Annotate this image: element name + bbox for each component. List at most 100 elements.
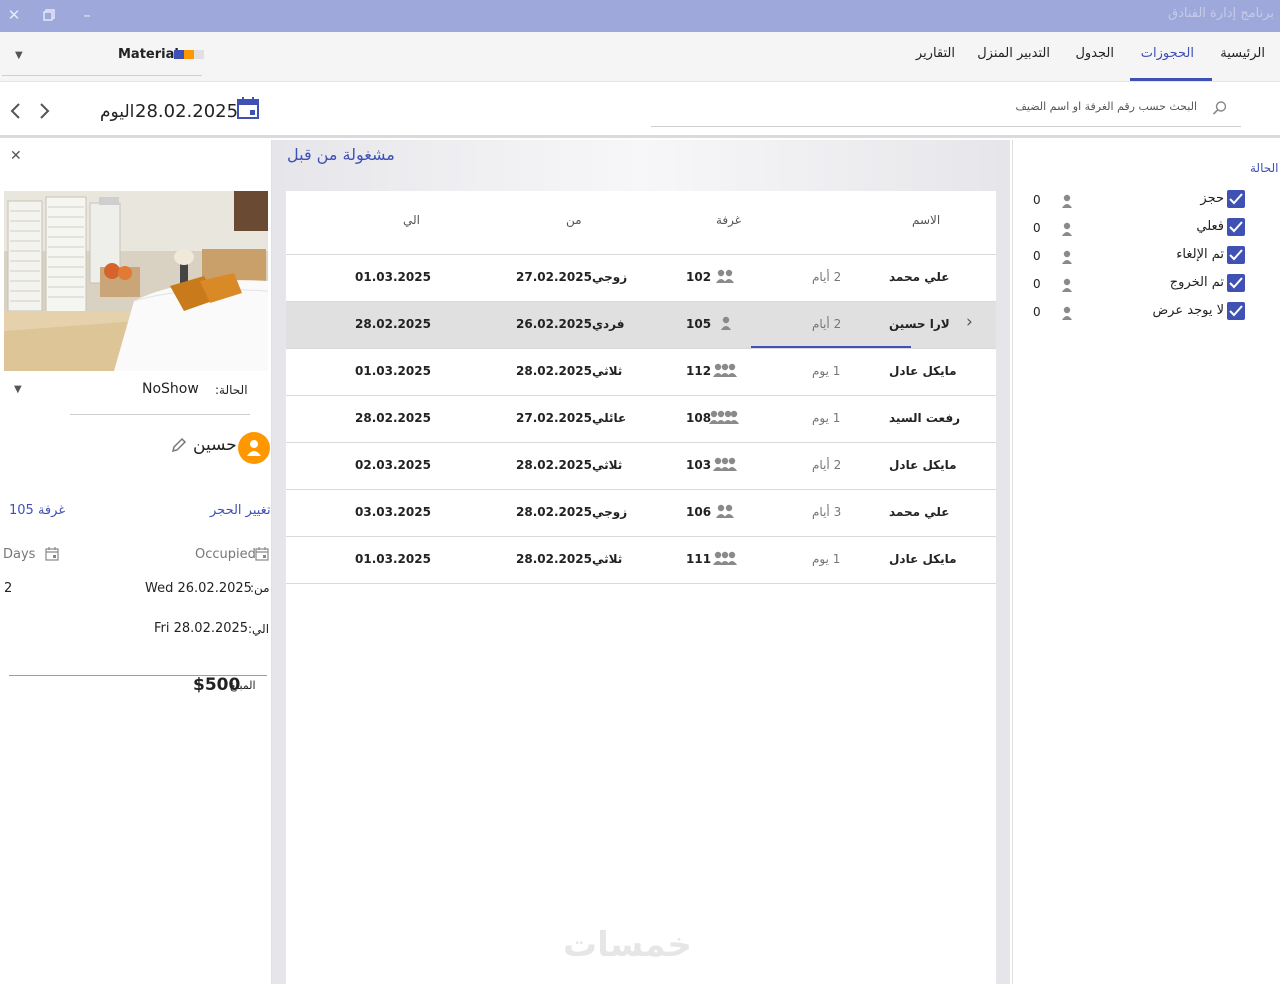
room-type-cell: ثلاثي [592, 552, 623, 566]
nights-cell: 1 يوم [812, 364, 841, 378]
from-date-cell: 28.02.2025 [516, 552, 592, 566]
current-date[interactable]: 28.02.2025 [135, 101, 238, 122]
room-cell: 105 [686, 317, 712, 331]
menu-housekeeping[interactable]: التدبير المنزل [977, 46, 1050, 61]
person-icon [1060, 221, 1074, 240]
filter-label[interactable]: لا يوجد عرض [1152, 303, 1224, 318]
occupied-label: Occupied [195, 547, 256, 562]
room-cell: 108 [686, 411, 712, 425]
guests-icon [715, 269, 735, 286]
title-bar: ✕ – برنامج إدارة الفنادق [0, 0, 1280, 32]
guests-icon [713, 551, 737, 568]
change-booking-link[interactable]: تغيير الحجر [210, 503, 271, 518]
status-value[interactable]: NoShow [142, 381, 199, 397]
table-row[interactable]: رفعت السيد 1 يوم 108 عائلي 27.02.2025 28.02.2… [286, 396, 996, 443]
edit-icon[interactable] [171, 437, 187, 453]
theme-label: Material [118, 47, 179, 62]
guests-icon [713, 363, 737, 380]
active-menu-indicator [1130, 78, 1212, 81]
search-input[interactable]: البحث حسب رقم الغرفة او اسم الضيف [1016, 100, 1197, 113]
minimize-window-icon[interactable]: – [76, 4, 98, 26]
close-icon[interactable]: ✕ [10, 148, 22, 164]
person-icon [1060, 193, 1074, 212]
menu-reports[interactable]: التقارير [916, 46, 955, 61]
selected-row-indicator [751, 346, 911, 348]
chevron-right-icon[interactable] [36, 102, 52, 120]
search-icon [1212, 101, 1227, 115]
room-type-cell: زوجي [592, 505, 628, 519]
today-label: اليوم [100, 102, 135, 122]
watermark: خمسات [563, 925, 692, 965]
filter-checkbox[interactable] [1227, 246, 1245, 264]
filter-count: 0 [1033, 277, 1041, 291]
calendar-icon [45, 547, 59, 561]
filter-checkbox[interactable] [1227, 190, 1245, 208]
table-row[interactable]: مايكل عادل 1 يوم 112 ثلاثي 28.02.2025 01.03.2… [286, 349, 996, 396]
filter-label[interactable]: تم الإلغاء [1176, 247, 1224, 262]
menu-home[interactable]: الرئيسية [1220, 46, 1265, 61]
filter-checkbox[interactable] [1227, 274, 1245, 292]
col-room[interactable]: غرفة [716, 213, 741, 227]
chevron-down-icon: ▼ [15, 50, 23, 61]
to-date-cell: 01.03.2025 [355, 270, 431, 284]
room-link[interactable]: غرفة 105 [9, 503, 65, 518]
restore-window-icon[interactable] [38, 4, 60, 26]
filter-label[interactable]: تم الخروج [1170, 275, 1224, 290]
menu-bookings[interactable]: الحجوزات [1141, 46, 1194, 61]
person-icon [1060, 305, 1074, 324]
theme-swatch-primary [174, 50, 184, 59]
nights-cell: 3 أيام [812, 505, 842, 519]
col-to[interactable]: الي [403, 213, 420, 227]
to-date-cell: 02.03.2025 [355, 458, 431, 472]
col-name[interactable]: الاسم [912, 213, 940, 227]
from-date-cell: 28.02.2025 [516, 458, 592, 472]
menu-schedule[interactable]: الجدول [1075, 46, 1114, 61]
filter-title: الحالة [1250, 161, 1279, 175]
filter-label[interactable]: حجز [1200, 191, 1224, 206]
calendar-icon [255, 547, 269, 561]
close-window-icon[interactable]: ✕ [3, 4, 25, 26]
from-date-cell: 26.02.2025 [516, 317, 592, 331]
table-row[interactable]: › لارا حسين 2 أيام 105 فردي 26.02.2025 28.02.2… [286, 302, 996, 349]
divider [70, 414, 250, 415]
room-type-cell: فردي [592, 317, 625, 331]
room-cell: 112 [686, 364, 712, 378]
chevron-right-icon: › [966, 312, 973, 332]
table-row[interactable]: مايكل عادل 1 يوم 111 ثلاثي 28.02.2025 01.03.2… [286, 537, 996, 584]
room-type-cell: عائلي [592, 411, 627, 425]
theme-swatch-neutral [194, 50, 204, 59]
person-icon [1060, 249, 1074, 268]
guests-icon [719, 316, 733, 333]
room-cell: 103 [686, 458, 712, 472]
chevron-left-icon[interactable] [8, 102, 24, 120]
col-from[interactable]: من [566, 213, 582, 227]
theme-selector[interactable]: ▼ Material [2, 44, 204, 76]
search-field[interactable]: البحث حسب رقم الغرفة او اسم الضيف [651, 98, 1241, 127]
nights-cell: 2 أيام [812, 270, 842, 284]
table-row[interactable]: علي محمد 2 أيام 102 زوجي 27.02.2025 01.03.202… [286, 255, 996, 302]
check-icon [1229, 277, 1243, 289]
person-icon [1060, 277, 1074, 296]
calendar-icon[interactable] [236, 96, 260, 120]
check-icon [1229, 193, 1243, 205]
to-date-cell: 28.02.2025 [355, 317, 431, 331]
nights-cell: 1 يوم [812, 411, 841, 425]
table-row[interactable]: مايكل عادل 2 أيام 103 ثلاثي 28.02.2025 02.03.… [286, 443, 996, 490]
guest-name-cell: مايكل عادل [889, 364, 957, 378]
check-icon [1229, 221, 1243, 233]
guest-name-cell: علي محمد [889, 505, 950, 519]
filter-checkbox[interactable] [1227, 302, 1245, 320]
toolbar-row: اليوم 28.02.2025 البحث حسب رقم الغرفة او… [0, 82, 1280, 138]
table-row[interactable]: علي محمد 3 أيام 106 زوجي 28.02.2025 03.03.202… [286, 490, 996, 537]
status-filter-panel: الحالة حجز 0 فعلي 0 تم الإلغاء 0 تم الخروج 0 لا … [1012, 140, 1280, 984]
filter-label[interactable]: فعلي [1196, 219, 1224, 234]
from-date-cell: 27.02.2025 [516, 270, 592, 284]
guest-name-cell: مايكل عادل [889, 458, 957, 472]
chevron-down-icon[interactable]: ▼ [14, 384, 22, 395]
to-date-cell: 01.03.2025 [355, 364, 431, 378]
filter-checkbox[interactable] [1227, 218, 1245, 236]
filter-count: 0 [1033, 305, 1041, 319]
theme-swatch-accent [184, 50, 194, 59]
days-label: Days [3, 547, 36, 562]
nights-cell: 2 أيام [812, 458, 842, 472]
